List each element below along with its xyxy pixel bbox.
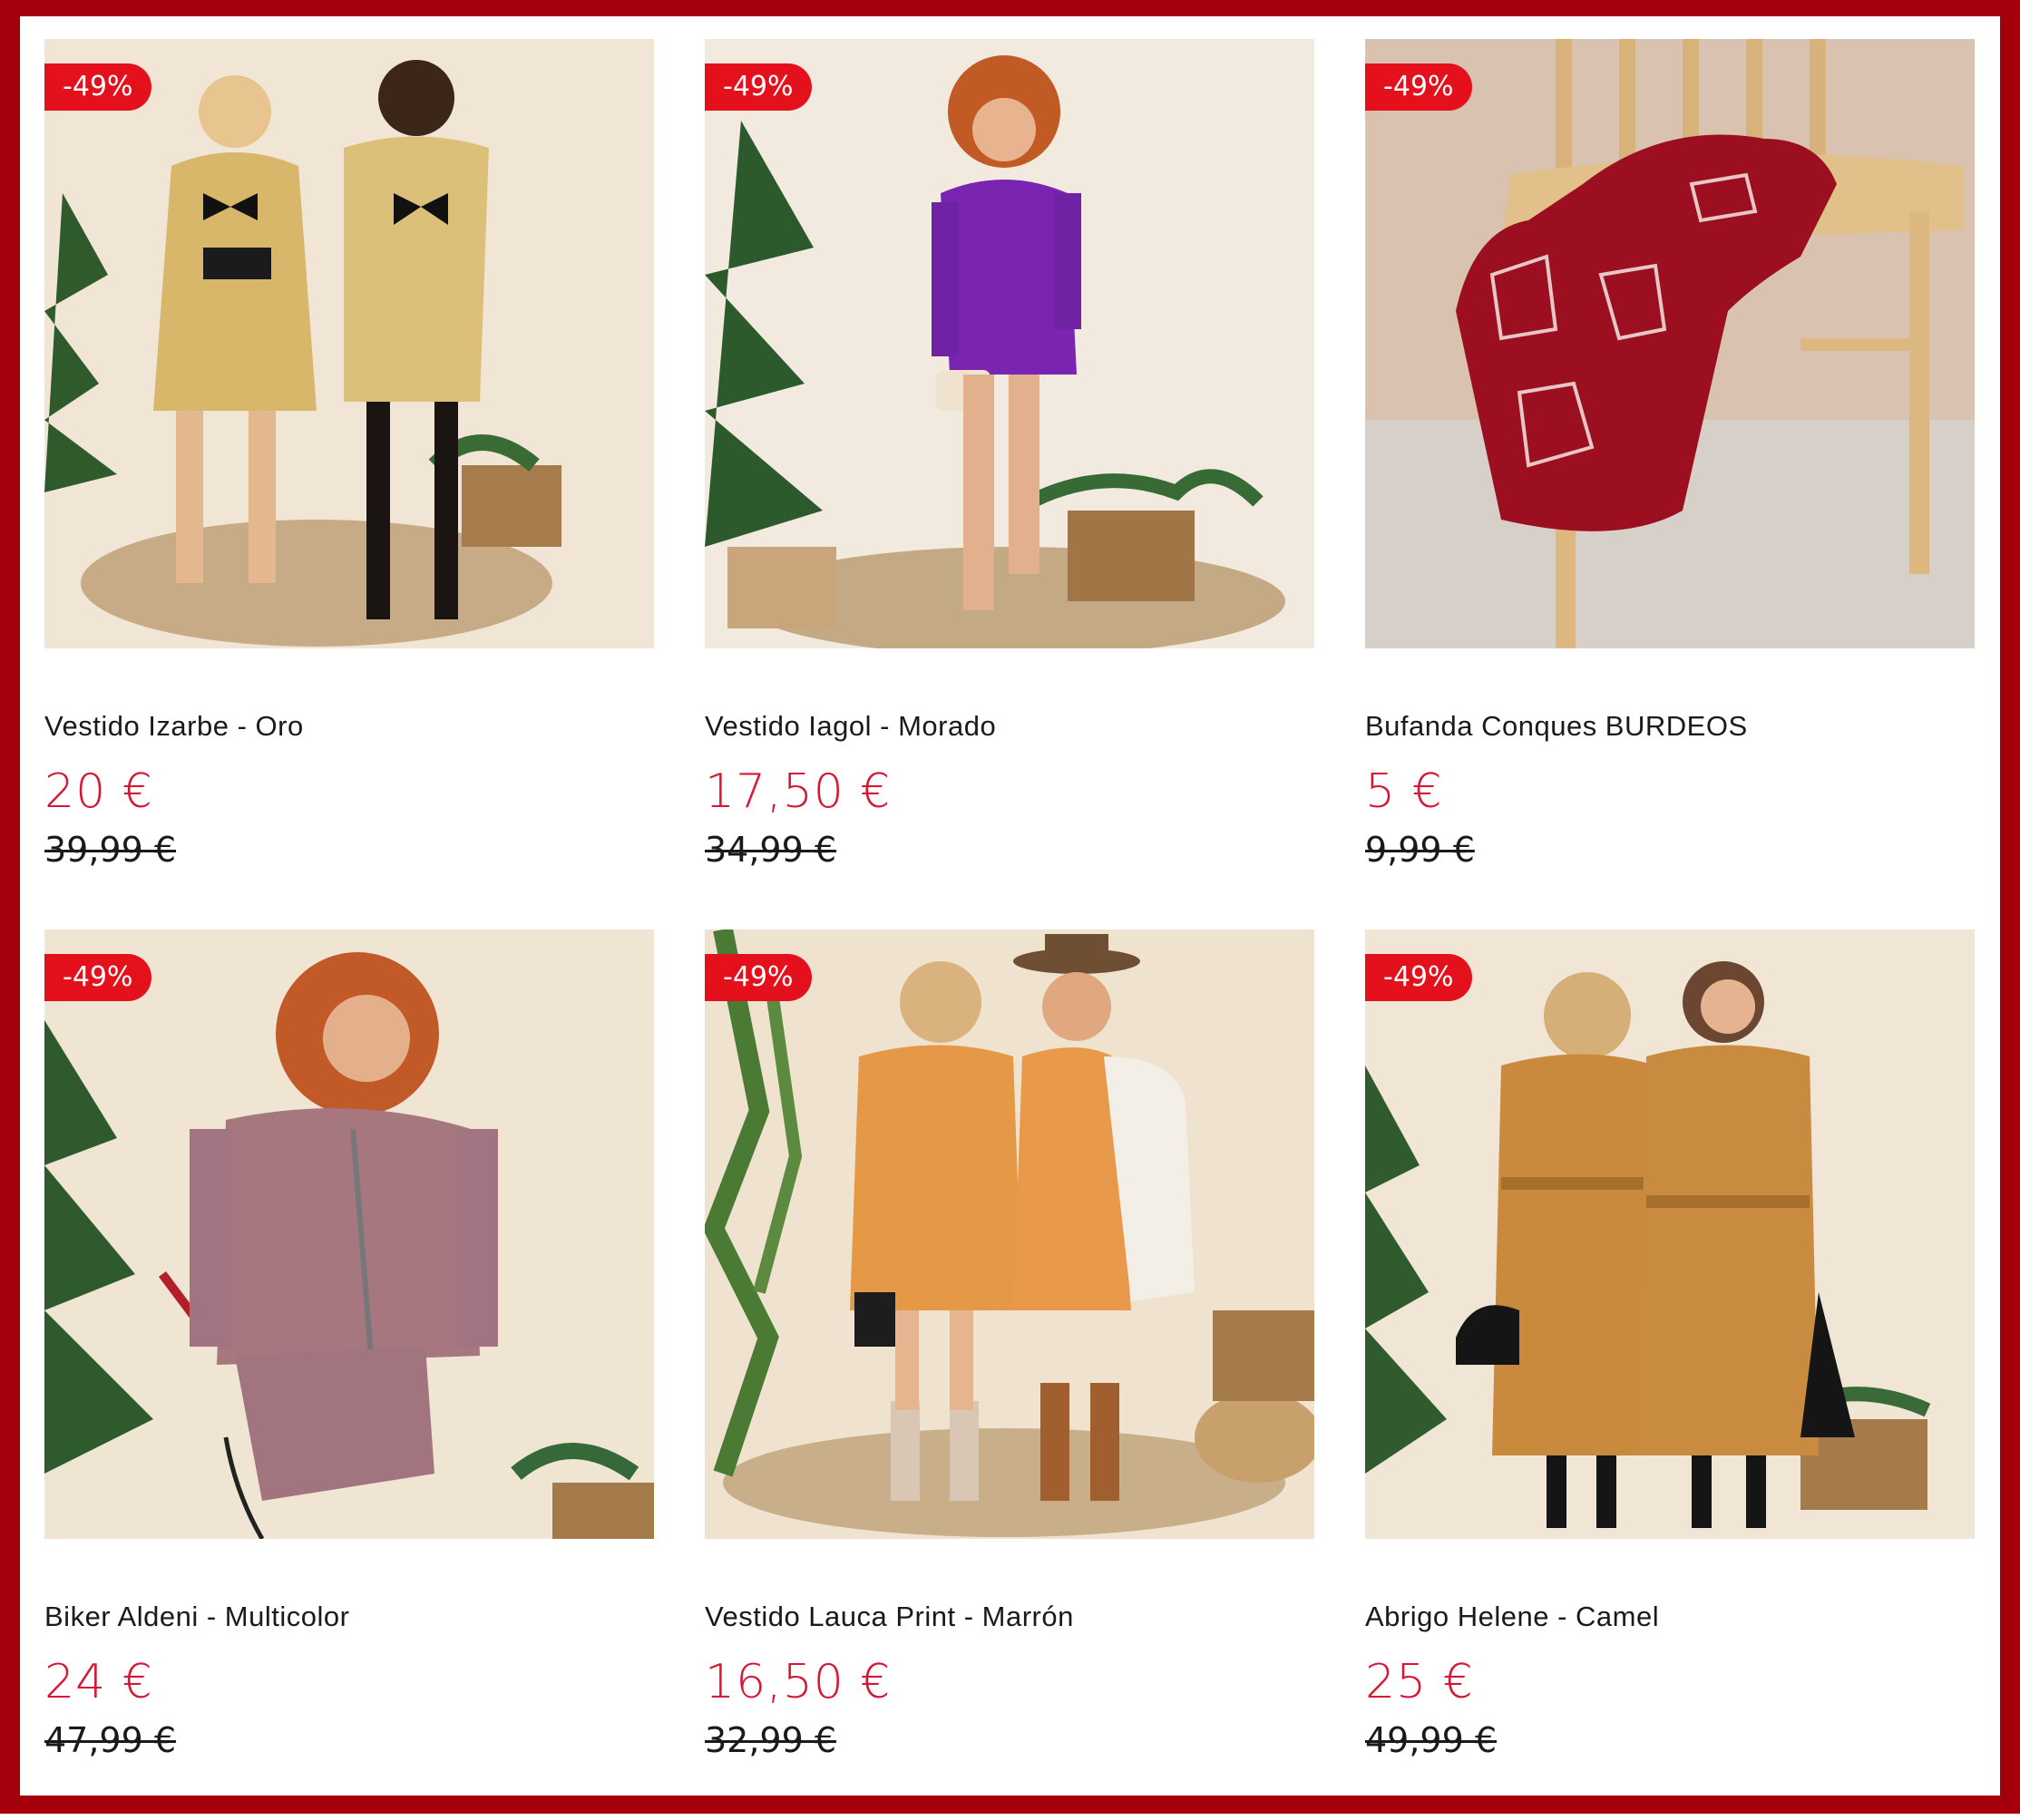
product-image[interactable]: -49% xyxy=(1365,929,1975,1539)
discount-badge: -49% xyxy=(1365,63,1472,111)
product-card[interactable]: -49% Biker Aldeni - Multicolor 24 € 47,9… xyxy=(44,929,654,1820)
sale-price: 20 € xyxy=(44,764,153,819)
sale-price: 5 € xyxy=(1365,764,1443,819)
original-price: 34,99 € xyxy=(705,830,837,870)
original-price: 32,99 € xyxy=(705,1720,837,1760)
product-name[interactable]: Vestido Iagol - Morado xyxy=(705,710,996,743)
product-image[interactable]: -49% xyxy=(1365,39,1975,648)
product-image[interactable]: -49% xyxy=(705,39,1314,648)
product-name[interactable]: Biker Aldeni - Multicolor xyxy=(44,1601,349,1633)
product-name[interactable]: Vestido Izarbe - Oro xyxy=(44,710,304,743)
original-price: 47,99 € xyxy=(44,1720,177,1760)
sale-price: 16,50 € xyxy=(705,1655,892,1709)
product-card[interactable]: -49% Bufanda Conques BURDEOS 5 € 9,99 € xyxy=(1365,39,1975,929)
product-image[interactable]: -49% xyxy=(705,929,1314,1539)
discount-badge: -49% xyxy=(705,63,812,111)
discount-badge: -49% xyxy=(44,954,151,1001)
product-card[interactable]: -49% Vestido Izarbe - Oro 20 € 39,99 € xyxy=(44,39,654,929)
product-card[interactable]: -49% Vestido Iagol - Morado 17,50 € 34,9… xyxy=(705,39,1314,929)
product-name[interactable]: Vestido Lauca Print - Marrón xyxy=(705,1601,1074,1633)
discount-badge: -49% xyxy=(44,63,151,111)
sale-price: 25 € xyxy=(1365,1655,1474,1709)
product-grid: -49% Vestido Izarbe - Oro 20 € 39,99 € -… xyxy=(44,39,1976,1820)
product-image[interactable]: -49% xyxy=(44,39,654,648)
discount-badge: -49% xyxy=(705,954,812,1001)
original-price: 49,99 € xyxy=(1365,1720,1498,1760)
original-price: 9,99 € xyxy=(1365,830,1475,870)
discount-badge: -49% xyxy=(1365,954,1472,1001)
product-name[interactable]: Abrigo Helene - Camel xyxy=(1365,1601,1659,1633)
sale-price: 17,50 € xyxy=(705,764,892,819)
sale-price: 24 € xyxy=(44,1655,153,1709)
original-price: 39,99 € xyxy=(44,830,177,870)
product-card[interactable]: -49% Vestido Lauca Print - Marrón 16,50 … xyxy=(705,929,1314,1820)
product-image[interactable]: -49% xyxy=(44,929,654,1539)
product-card[interactable]: -49% Abrigo Helene - Camel 25 € 49,99 € xyxy=(1365,929,1975,1820)
product-name[interactable]: Bufanda Conques BURDEOS xyxy=(1365,710,1748,743)
